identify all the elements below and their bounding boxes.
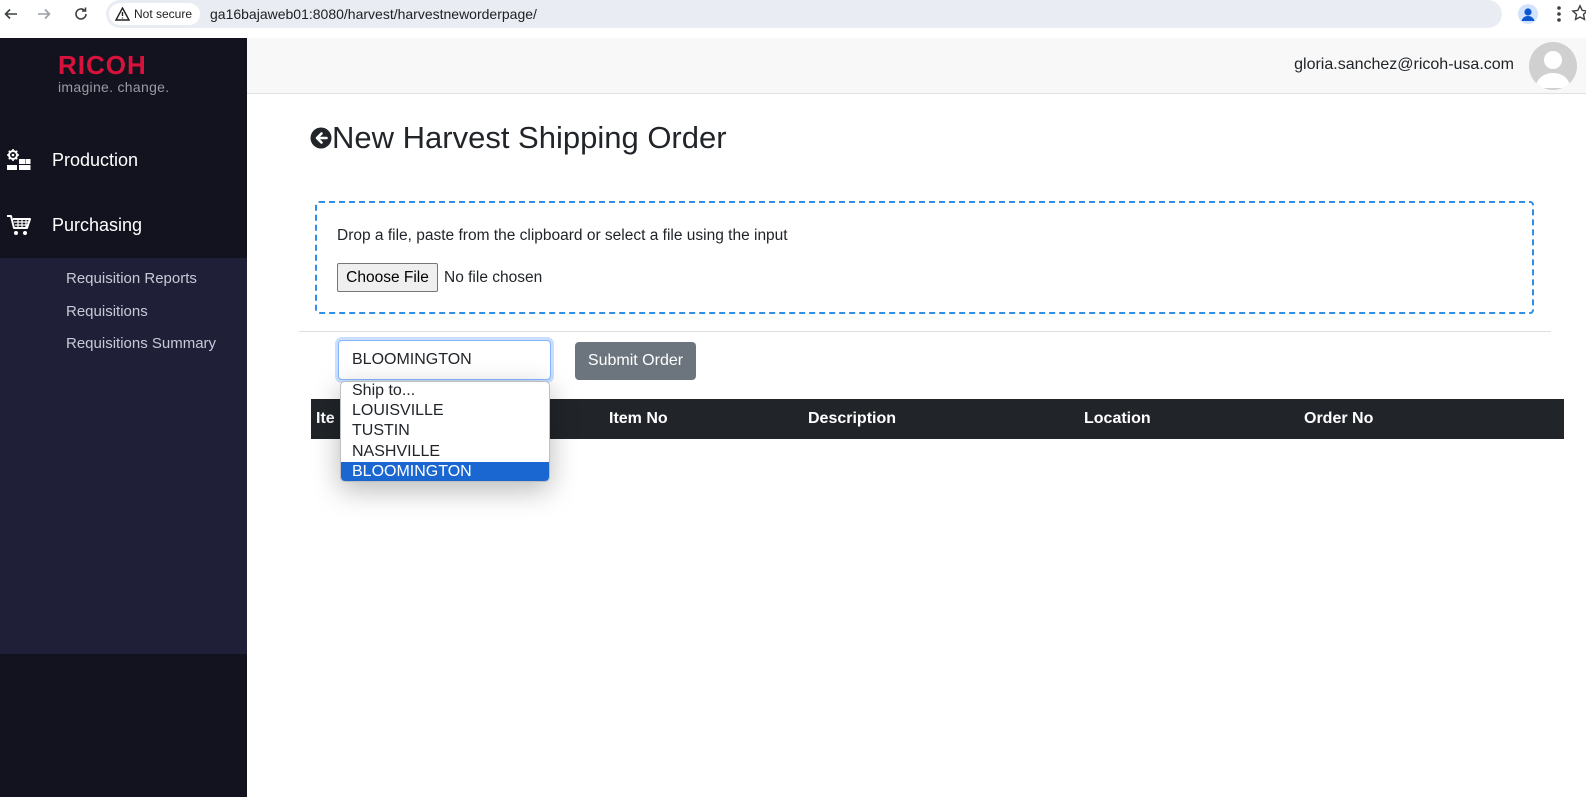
purchasing-submenu: Requisition Reports Requisitions Requisi… [0, 258, 247, 654]
ship-to-option-bloomington[interactable]: BLOOMINGTON [341, 462, 549, 481]
avatar[interactable] [1529, 42, 1577, 90]
top-header: gloria.sanchez@ricoh-usa.com [247, 38, 1586, 94]
reload-icon[interactable] [70, 3, 92, 25]
browser-toolbar: Not secure ga16bajaweb01:8080/harvest/ha… [0, 0, 1586, 28]
kebab-icon[interactable] [1556, 2, 1562, 28]
user-avatar-icon [1535, 51, 1571, 88]
user-email[interactable]: gloria.sanchez@ricoh-usa.com [1294, 56, 1514, 74]
production-icon [7, 149, 31, 170]
sidebar-item-requisitions[interactable]: Requisitions [66, 303, 148, 320]
ship-to-options-list: Ship to... LOUISVILLE TUSTIN NASHVILLE B… [340, 381, 550, 482]
sidebar-item-production[interactable]: Production [0, 140, 247, 180]
dropzone-hint: Drop a file, paste from the clipboard or… [337, 227, 788, 244]
warning-icon [115, 7, 130, 21]
arrow-right-icon[interactable] [33, 3, 55, 25]
arrow-left-icon[interactable] [0, 3, 22, 25]
ship-to-select[interactable]: BLOOMINGTON [338, 340, 551, 380]
column-header-location: Location [1084, 410, 1151, 427]
column-header-item: Ite [316, 410, 335, 427]
url-text[interactable]: ga16bajaweb01:8080/harvest/harvestneword… [210, 6, 537, 22]
page-title: New Harvest Shipping Order [310, 120, 727, 156]
submit-order-button[interactable]: Submit Order [575, 342, 696, 380]
logo-wordmark: RICOH [58, 50, 147, 80]
ship-to-option-nashville[interactable]: NASHVILLE [341, 442, 549, 462]
person-icon[interactable] [1518, 4, 1538, 24]
security-label: Not secure [134, 7, 193, 21]
star-icon[interactable] [1571, 4, 1586, 26]
column-header-item-no: Item No [609, 410, 668, 427]
ricoh-logo[interactable]: RICOH imagine. change. [58, 51, 169, 95]
security-chip[interactable]: Not secure [109, 3, 201, 25]
address-bar[interactable]: Not secure ga16bajaweb01:8080/harvest/ha… [106, 0, 1586, 28]
sidebar: RICOH imagine. change. Production Purcha… [0, 38, 247, 797]
logo-tagline: imagine. change. [58, 79, 170, 95]
ship-to-option-placeholder[interactable]: Ship to... [341, 382, 549, 401]
column-header-description: Description [808, 410, 897, 427]
cart-icon [7, 215, 31, 235]
sidebar-item-purchasing[interactable]: Purchasing [0, 205, 247, 245]
sidebar-item-label: Purchasing [52, 214, 143, 235]
back-circle-icon[interactable] [310, 127, 332, 149]
page-title-text: New Harvest Shipping Order [332, 120, 727, 155]
sidebar-item-label: Production [52, 149, 139, 170]
file-status: No file chosen [444, 269, 543, 286]
column-header-order-no: Order No [1304, 410, 1374, 427]
file-dropzone[interactable]: Drop a file, paste from the clipboard or… [315, 201, 1534, 314]
sidebar-item-requisition-reports[interactable]: Requisition Reports [66, 270, 197, 287]
ship-to-option-louisville[interactable]: LOUISVILLE [341, 401, 549, 421]
sidebar-item-requisitions-summary[interactable]: Requisitions Summary [66, 335, 216, 352]
choose-file-button[interactable]: Choose File [337, 263, 438, 292]
divider [299, 331, 1551, 332]
ship-to-option-tustin[interactable]: TUSTIN [341, 421, 549, 441]
